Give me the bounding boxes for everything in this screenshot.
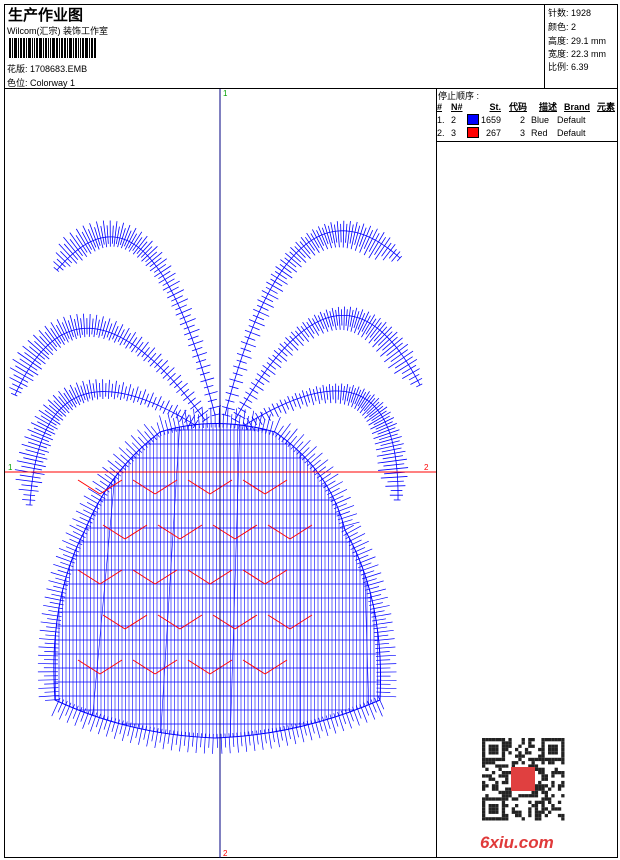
watermark-logo: 6xiu.com — [480, 833, 554, 852]
axis-top-label: 1 — [223, 89, 228, 98]
embroidery-preview: 1 2 1 2 6xiu.com — [5, 89, 565, 858]
red-zigzag — [154, 569, 178, 585]
red-zigzag — [157, 614, 181, 630]
qr-code-watermark — [482, 738, 565, 821]
leaf — [9, 313, 210, 423]
pineapple-leaves — [9, 220, 423, 506]
leaf — [242, 383, 409, 501]
red-zigzag — [234, 614, 258, 630]
red-zigzag — [77, 659, 101, 675]
pineapple-body — [37, 407, 397, 754]
red-zigzag — [157, 524, 181, 540]
production-worksheet: 生产作业图 Wilcom(汇宗) 装饰工作室 花版: 1708683.EMB 色… — [0, 0, 620, 860]
axis-left-label: 1 — [8, 463, 13, 472]
axis-right-label: 2 — [424, 463, 429, 472]
red-zigzag — [154, 659, 178, 675]
red-zigzag — [77, 479, 101, 495]
red-zigzag — [234, 524, 258, 540]
red-zigzag — [154, 479, 178, 495]
red-zigzag — [77, 569, 101, 585]
leaf — [53, 220, 222, 417]
axis-bottom-label: 2 — [223, 849, 228, 858]
leaf — [221, 220, 402, 417]
